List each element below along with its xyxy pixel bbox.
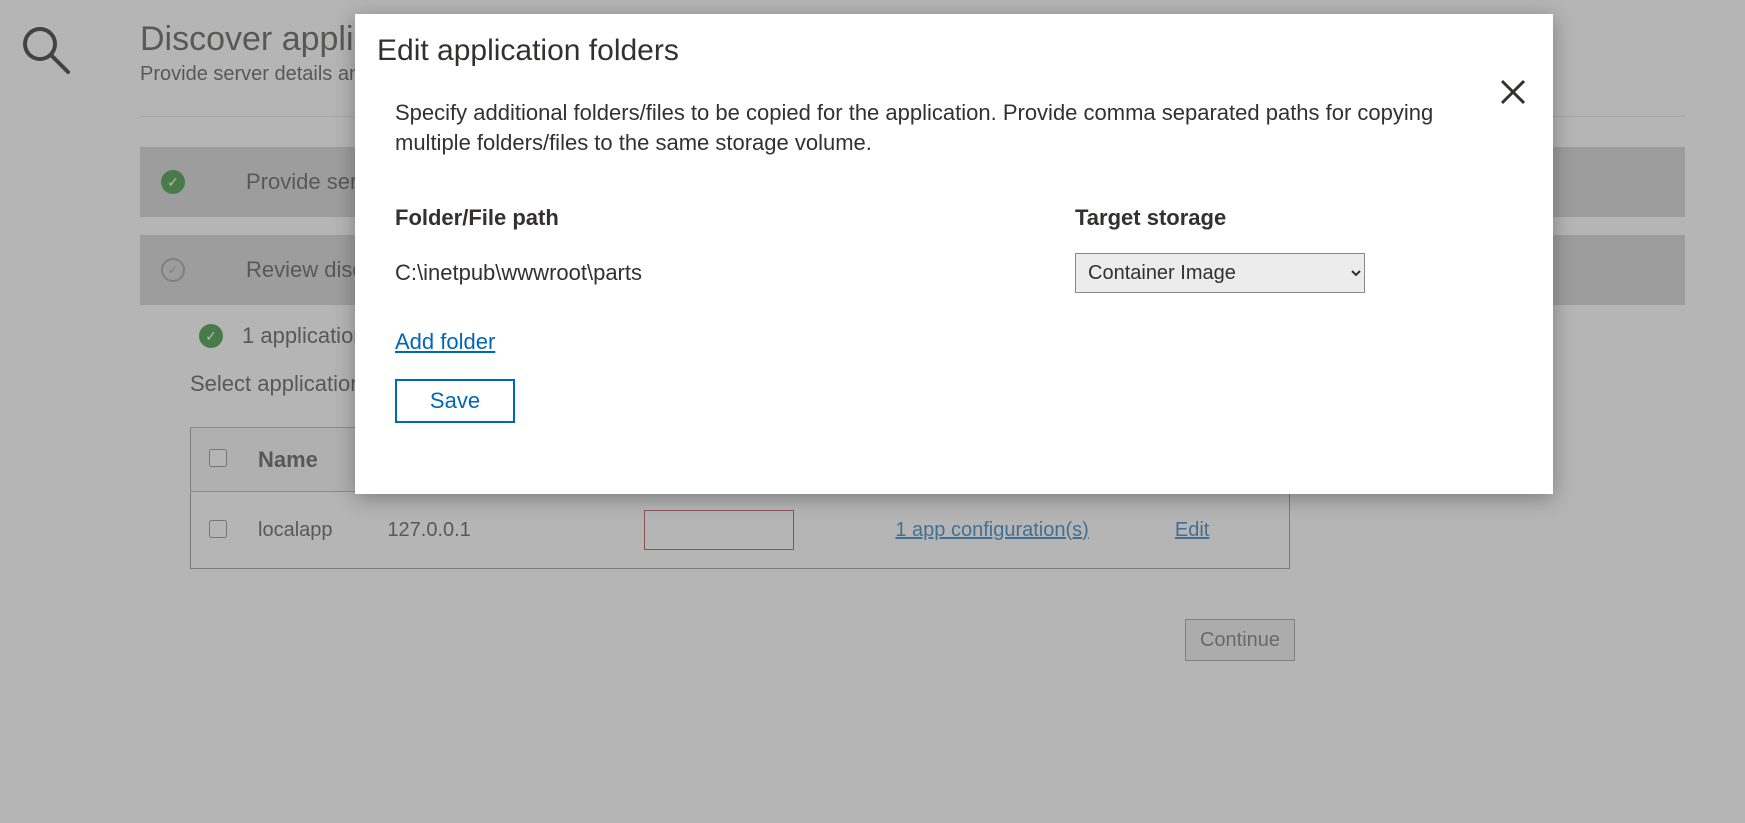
- folder-column-headers: Folder/File path Target storage: [395, 205, 1513, 231]
- folder-path-value: C:\inetpub\wwwroot\parts: [395, 260, 1075, 286]
- save-button[interactable]: Save: [395, 379, 515, 423]
- edit-application-folders-modal: Edit application folders Specify additio…: [355, 14, 1553, 494]
- col-folder-path: Folder/File path: [395, 205, 1075, 231]
- target-storage-select[interactable]: Container Image: [1075, 253, 1365, 293]
- modal-description: Specify additional folders/files to be c…: [395, 98, 1455, 157]
- col-target-storage: Target storage: [1075, 205, 1226, 231]
- close-icon[interactable]: [1493, 72, 1533, 112]
- save-label: Save: [430, 388, 480, 414]
- modal-title: Edit application folders: [377, 34, 1531, 68]
- folder-row: C:\inetpub\wwwroot\parts Container Image: [395, 253, 1513, 293]
- add-folder-link[interactable]: Add folder: [395, 329, 495, 355]
